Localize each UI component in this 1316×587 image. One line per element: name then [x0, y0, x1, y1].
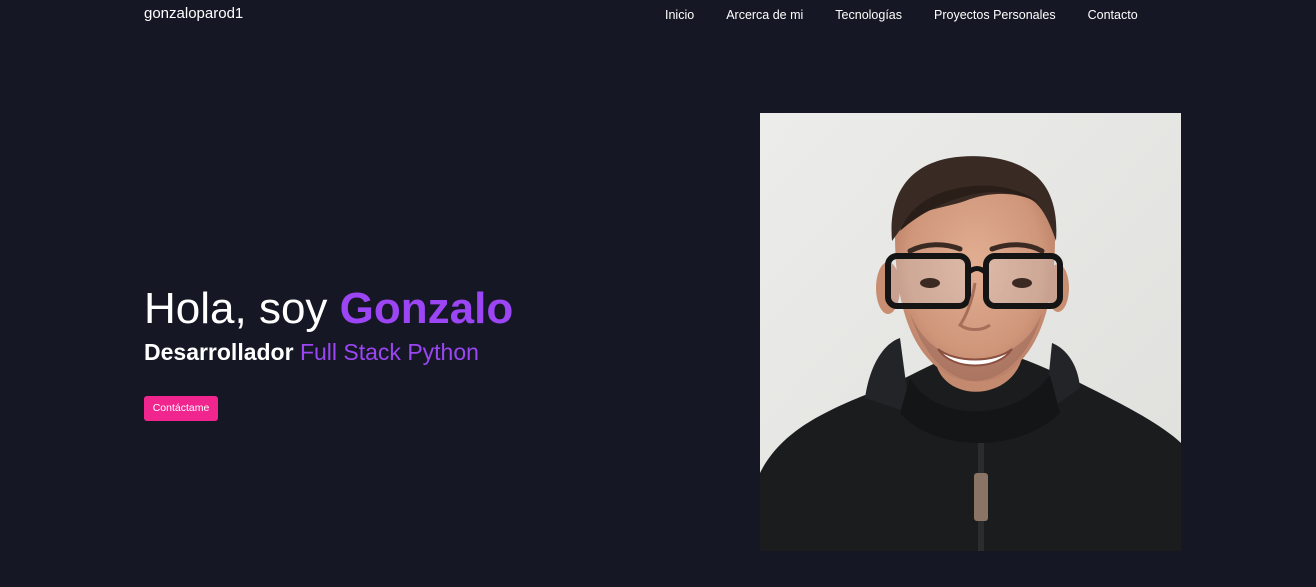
- hero-subtitle: Desarrollador Full Stack Python: [144, 337, 513, 367]
- contact-button[interactable]: Contáctame: [144, 396, 218, 421]
- hero-title: Hola, soy Gonzalo: [144, 283, 513, 335]
- hero-text: Hola, soy Gonzalo Desarrollador Full Sta…: [144, 283, 513, 367]
- page: gonzaloparod1 Inicio Arcerca de mi Tecno…: [0, 0, 1316, 587]
- hero-subtitle-prefix: Desarrollador: [144, 339, 300, 365]
- brand-link[interactable]: gonzaloparod1: [144, 5, 243, 23]
- nav-link-proyectos[interactable]: Proyectos Personales: [934, 7, 1056, 23]
- hero-name: Gonzalo: [339, 284, 514, 333]
- nav-links: Inicio Arcerca de mi Tecnologías Proyect…: [665, 7, 1138, 23]
- nav-link-contacto[interactable]: Contacto: [1088, 7, 1138, 23]
- nav-link-inicio[interactable]: Inicio: [665, 7, 694, 23]
- portrait-illustration: [760, 113, 1181, 551]
- nav-link-tecnologias[interactable]: Tecnologías: [835, 7, 902, 23]
- nav-link-acerca[interactable]: Arcerca de mi: [726, 7, 803, 23]
- hero-greeting: Hola, soy: [144, 284, 340, 333]
- profile-photo: [760, 113, 1181, 551]
- hero-role: Full Stack Python: [299, 339, 479, 365]
- navbar: gonzaloparod1 Inicio Arcerca de mi Tecno…: [0, 0, 1316, 30]
